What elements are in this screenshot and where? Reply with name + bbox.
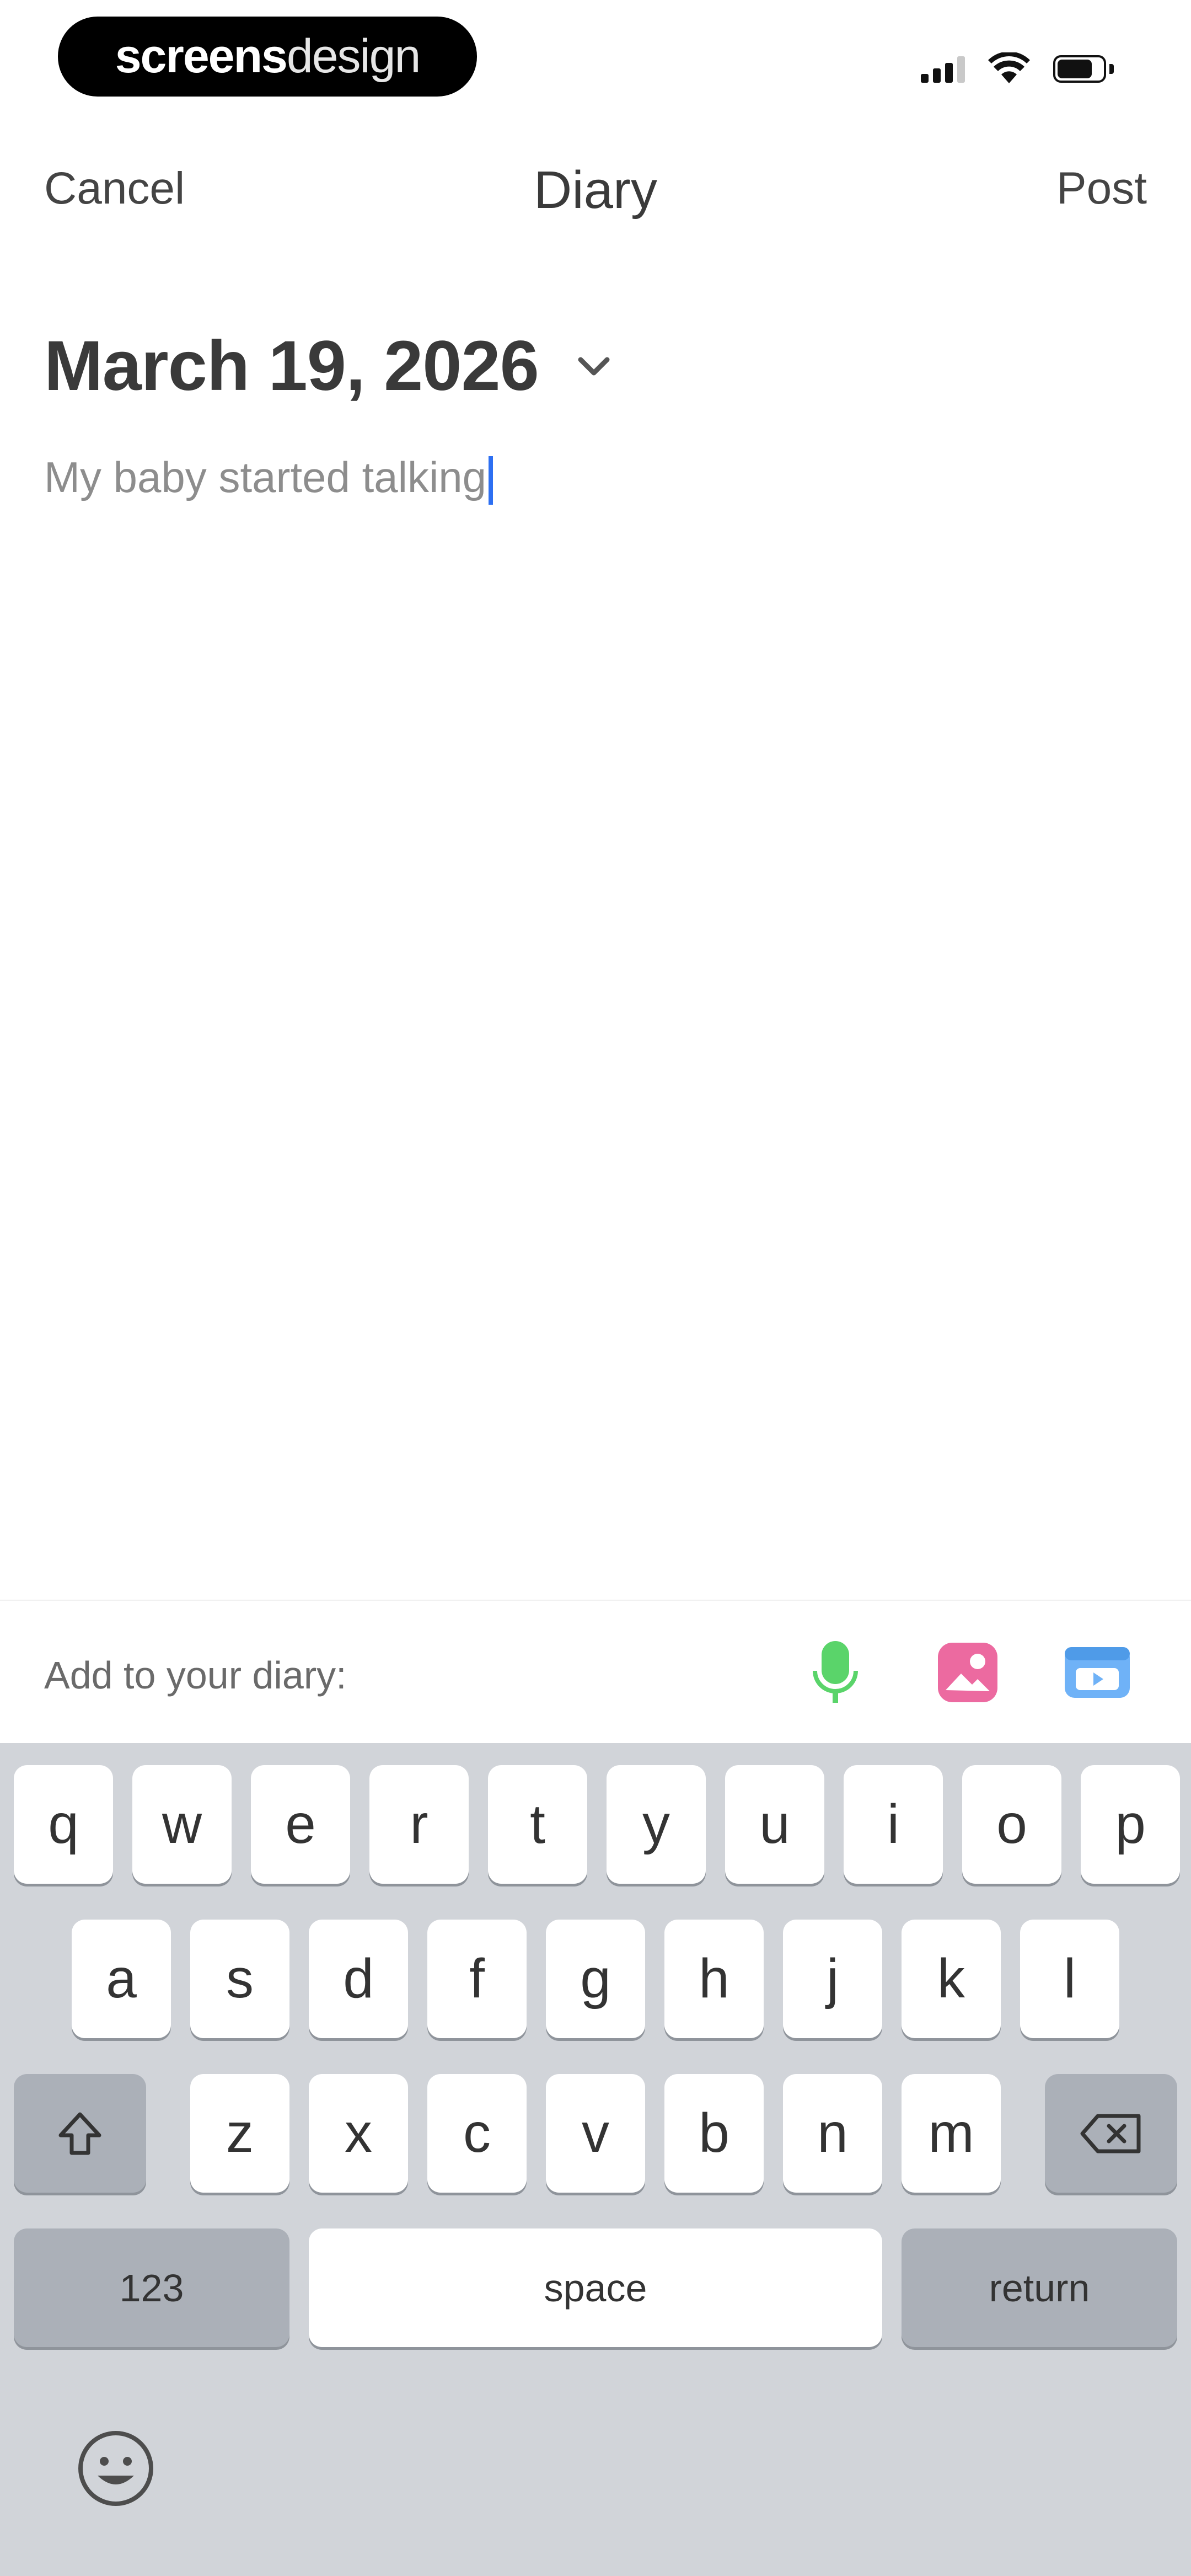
return-key[interactable]: return <box>902 2228 1177 2347</box>
key-m[interactable]: m <box>902 2074 1001 2193</box>
add-video-button[interactable] <box>1061 1637 1133 1708</box>
brand-logo: screens design <box>58 17 477 97</box>
chevron-down-icon <box>578 357 610 375</box>
entry-text: My baby started talking <box>44 453 487 501</box>
key-n[interactable]: n <box>783 2074 882 2193</box>
key-x[interactable]: x <box>309 2074 408 2193</box>
add-to-diary-label: Add to your diary: <box>44 1654 347 1697</box>
date-picker[interactable]: March 19, 2026 <box>44 325 616 407</box>
keyboard: q w e r t y u i o p a s d f g h j k l z … <box>0 1743 1191 2576</box>
key-d[interactable]: d <box>309 1920 408 2038</box>
key-g[interactable]: g <box>546 1920 645 2038</box>
microphone-icon <box>813 1641 858 1703</box>
emoji-icon[interactable] <box>74 2427 157 2510</box>
brand-logo-bold: screens <box>115 30 288 83</box>
numbers-key[interactable]: 123 <box>14 2228 289 2347</box>
key-t[interactable]: t <box>488 1765 587 1884</box>
key-y[interactable]: y <box>607 1765 706 1884</box>
key-c[interactable]: c <box>427 2074 527 2193</box>
key-r[interactable]: r <box>369 1765 469 1884</box>
key-p[interactable]: p <box>1081 1765 1180 1884</box>
key-k[interactable]: k <box>902 1920 1001 2038</box>
key-e[interactable]: e <box>251 1765 350 1884</box>
status-bar: screens design <box>0 0 1191 127</box>
shift-key[interactable] <box>14 2074 146 2193</box>
add-to-diary-bar: Add to your diary: <box>0 1600 1191 1744</box>
cellular-signal-icon <box>921 55 965 83</box>
key-w[interactable]: w <box>132 1765 232 1884</box>
space-key[interactable]: space <box>309 2228 882 2347</box>
key-s[interactable]: s <box>190 1920 289 2038</box>
backspace-icon <box>1080 2114 1141 2153</box>
photo-icon <box>938 1643 997 1702</box>
key-f[interactable]: f <box>427 1920 527 2038</box>
delete-key[interactable] <box>1045 2074 1177 2193</box>
add-photo-button[interactable] <box>932 1637 1004 1708</box>
key-v[interactable]: v <box>546 2074 645 2193</box>
post-button[interactable]: Post <box>1056 163 1147 215</box>
key-z[interactable]: z <box>190 2074 289 2193</box>
battery-icon <box>1053 55 1114 83</box>
key-a[interactable]: a <box>72 1920 171 2038</box>
nav-bar: Cancel Diary Post <box>0 138 1191 248</box>
key-h[interactable]: h <box>664 1920 764 2038</box>
wifi-icon <box>988 52 1030 83</box>
page-title: Diary <box>533 161 657 220</box>
key-l[interactable]: l <box>1020 1920 1119 2038</box>
entry-date: March 19, 2026 <box>44 327 539 405</box>
key-u[interactable]: u <box>725 1765 824 1884</box>
brand-logo-light: design <box>286 30 421 83</box>
key-q[interactable]: q <box>14 1765 113 1884</box>
key-b[interactable]: b <box>664 2074 764 2193</box>
add-voice-button[interactable] <box>800 1637 871 1708</box>
video-icon <box>1065 1647 1130 1698</box>
key-i[interactable]: i <box>844 1765 943 1884</box>
key-j[interactable]: j <box>783 1920 882 2038</box>
shift-icon <box>58 2112 101 2155</box>
text-caret <box>489 456 493 505</box>
status-icons <box>921 50 1114 88</box>
key-o[interactable]: o <box>962 1765 1061 1884</box>
diary-text-editor[interactable]: My baby started talking <box>44 452 493 505</box>
